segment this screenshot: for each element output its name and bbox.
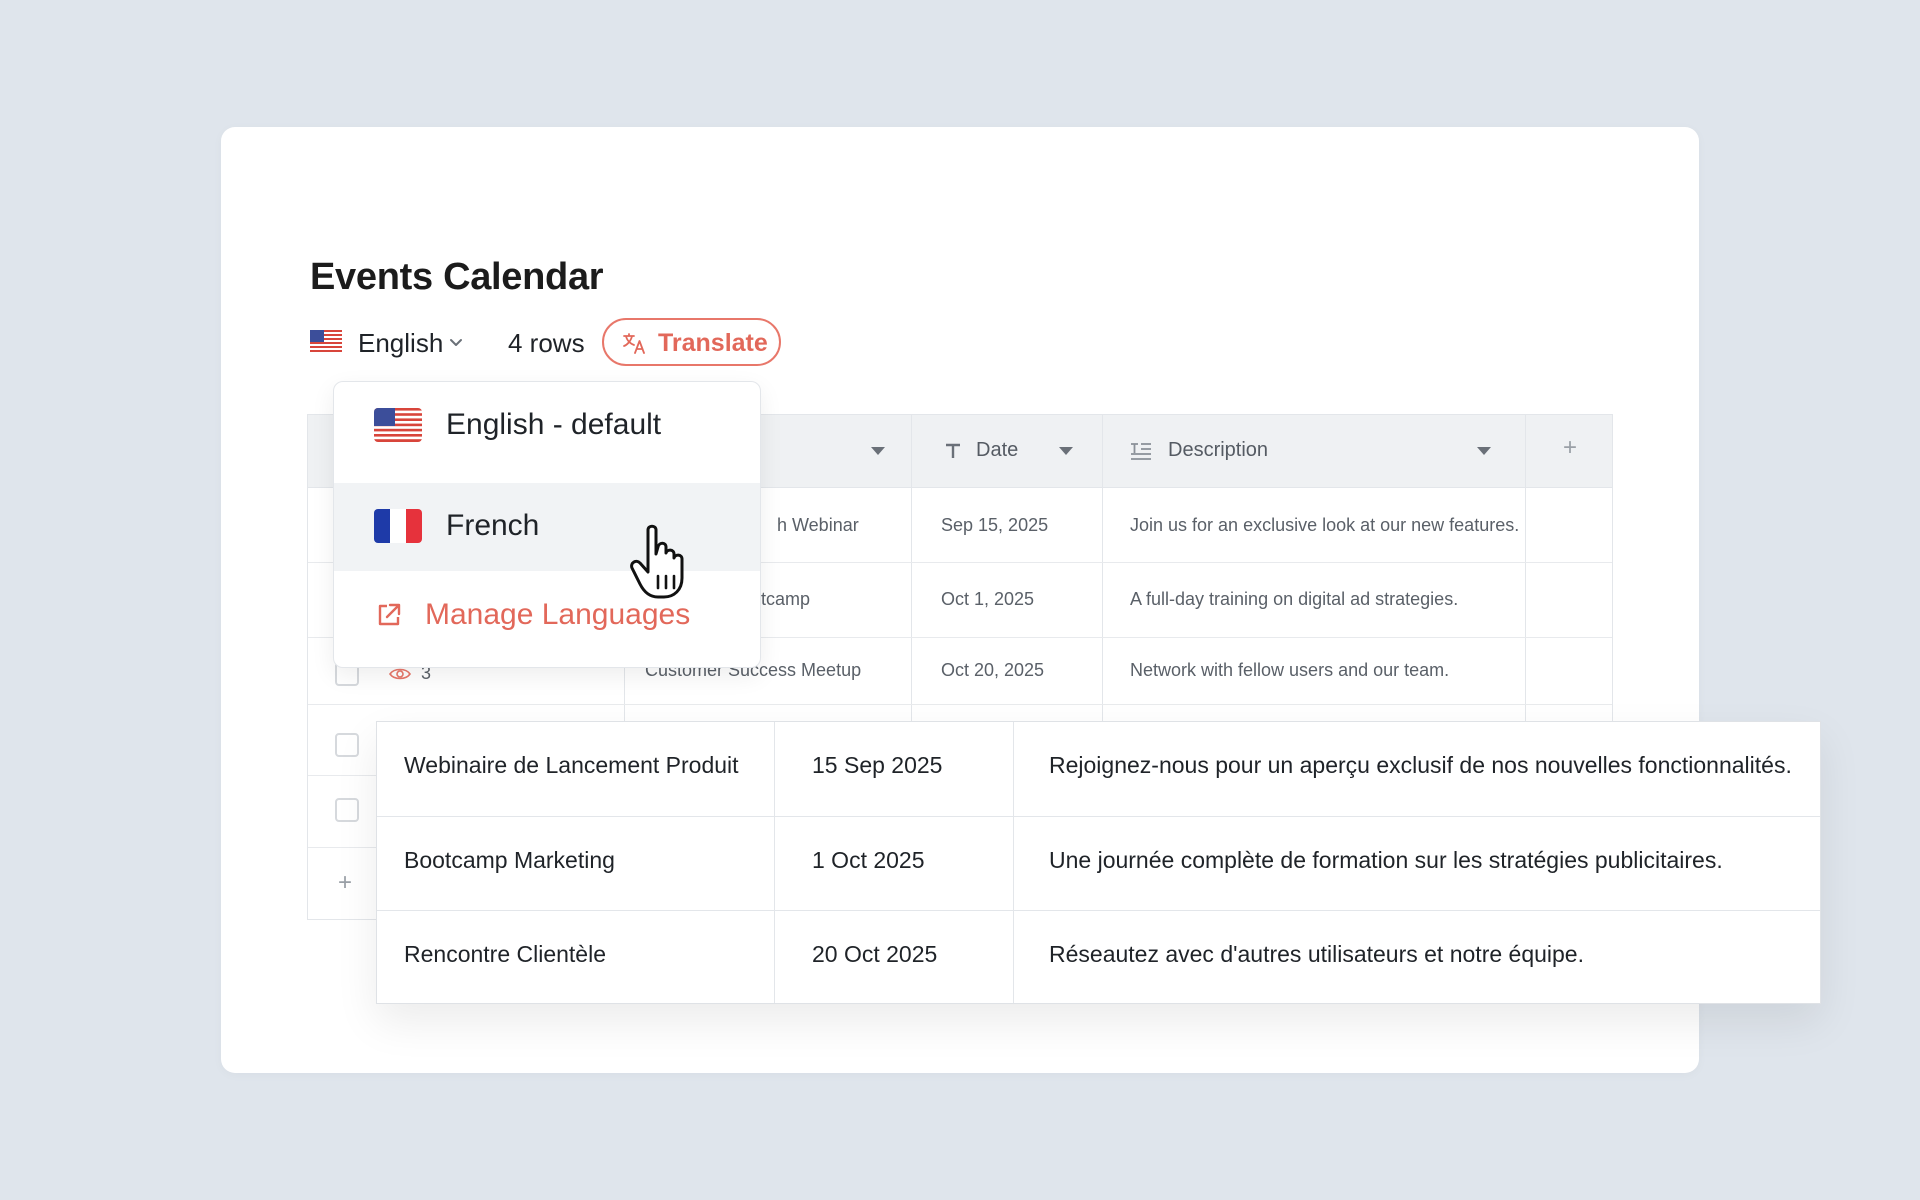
row-checkbox[interactable] bbox=[335, 798, 359, 822]
eye-icon bbox=[389, 668, 411, 680]
cell-description[interactable]: A full-day training on digital ad strate… bbox=[1130, 589, 1458, 610]
cell-date[interactable]: 15 Sep 2025 bbox=[812, 752, 942, 779]
translate-label: Translate bbox=[658, 329, 768, 357]
cell-date[interactable]: Sep 15, 2025 bbox=[941, 515, 1048, 536]
cell-name[interactable]: Rencontre Clientèle bbox=[404, 941, 606, 968]
column-header-date[interactable]: Date bbox=[976, 439, 1018, 462]
language-selector[interactable]: English bbox=[358, 328, 443, 359]
external-link-icon bbox=[378, 603, 401, 626]
date-column-caret[interactable] bbox=[1059, 447, 1073, 455]
long-text-icon bbox=[1131, 443, 1151, 460]
column-menu-caret[interactable] bbox=[871, 447, 885, 455]
cell-description[interactable]: Réseautez avec d'autres utilisateurs et … bbox=[1049, 941, 1584, 968]
cell-date[interactable]: Oct 1, 2025 bbox=[941, 589, 1034, 610]
dropdown-item-label: French bbox=[446, 509, 540, 542]
cell-description[interactable]: Network with fellow users and our team. bbox=[1130, 660, 1449, 681]
row-count: 4 rows bbox=[508, 328, 585, 358]
add-column-button[interactable]: + bbox=[1563, 434, 1577, 462]
page-title: Events Calendar bbox=[310, 256, 604, 298]
us-flag-icon bbox=[310, 330, 342, 352]
table-row: Rencontre Clientèle 20 Oct 2025 Réseaute… bbox=[377, 910, 1820, 1004]
dropdown-item-english[interactable]: English - default bbox=[334, 382, 760, 470]
chevron-down-icon[interactable] bbox=[447, 333, 465, 351]
column-header-description[interactable]: Description bbox=[1168, 439, 1268, 462]
cell-date[interactable]: Oct 20, 2025 bbox=[941, 660, 1044, 681]
cell-name[interactable]: Bootcamp Marketing bbox=[404, 847, 615, 874]
cell-date[interactable]: 20 Oct 2025 bbox=[812, 941, 937, 968]
row-divider bbox=[308, 704, 1612, 705]
table-row: Webinaire de Lancement Produit 15 Sep 20… bbox=[377, 722, 1820, 816]
cell-description[interactable]: Rejoignez-nous pour un aperçu exclusif d… bbox=[1049, 752, 1792, 779]
translate-icon bbox=[623, 333, 645, 354]
cell-description[interactable]: Join us for an exclusive look at our new… bbox=[1130, 515, 1519, 536]
cell-name[interactable]: tcamp bbox=[761, 589, 810, 610]
add-row-button[interactable]: + bbox=[338, 869, 352, 897]
description-column-caret[interactable] bbox=[1477, 447, 1491, 455]
hand-cursor-icon bbox=[630, 524, 684, 599]
manage-languages-link[interactable]: Manage Languages bbox=[425, 598, 690, 632]
toolbar: English 4 rows Translate bbox=[310, 318, 910, 366]
cell-date[interactable]: 1 Oct 2025 bbox=[812, 847, 925, 874]
us-flag-icon bbox=[374, 408, 422, 442]
cell-description[interactable]: Une journée complète de formation sur le… bbox=[1049, 847, 1723, 874]
translation-table: Webinaire de Lancement Produit 15 Sep 20… bbox=[376, 721, 1821, 1004]
text-type-icon bbox=[946, 443, 960, 458]
translate-button[interactable]: Translate bbox=[602, 318, 781, 366]
table-row: Bootcamp Marketing 1 Oct 2025 Une journé… bbox=[377, 816, 1820, 910]
row-checkbox[interactable] bbox=[335, 733, 359, 757]
cell-name[interactable]: Webinaire de Lancement Produit bbox=[404, 752, 739, 779]
france-flag-icon bbox=[374, 509, 422, 543]
cell-name[interactable]: h Webinar bbox=[777, 515, 859, 536]
dropdown-item-label: English - default bbox=[446, 408, 662, 441]
